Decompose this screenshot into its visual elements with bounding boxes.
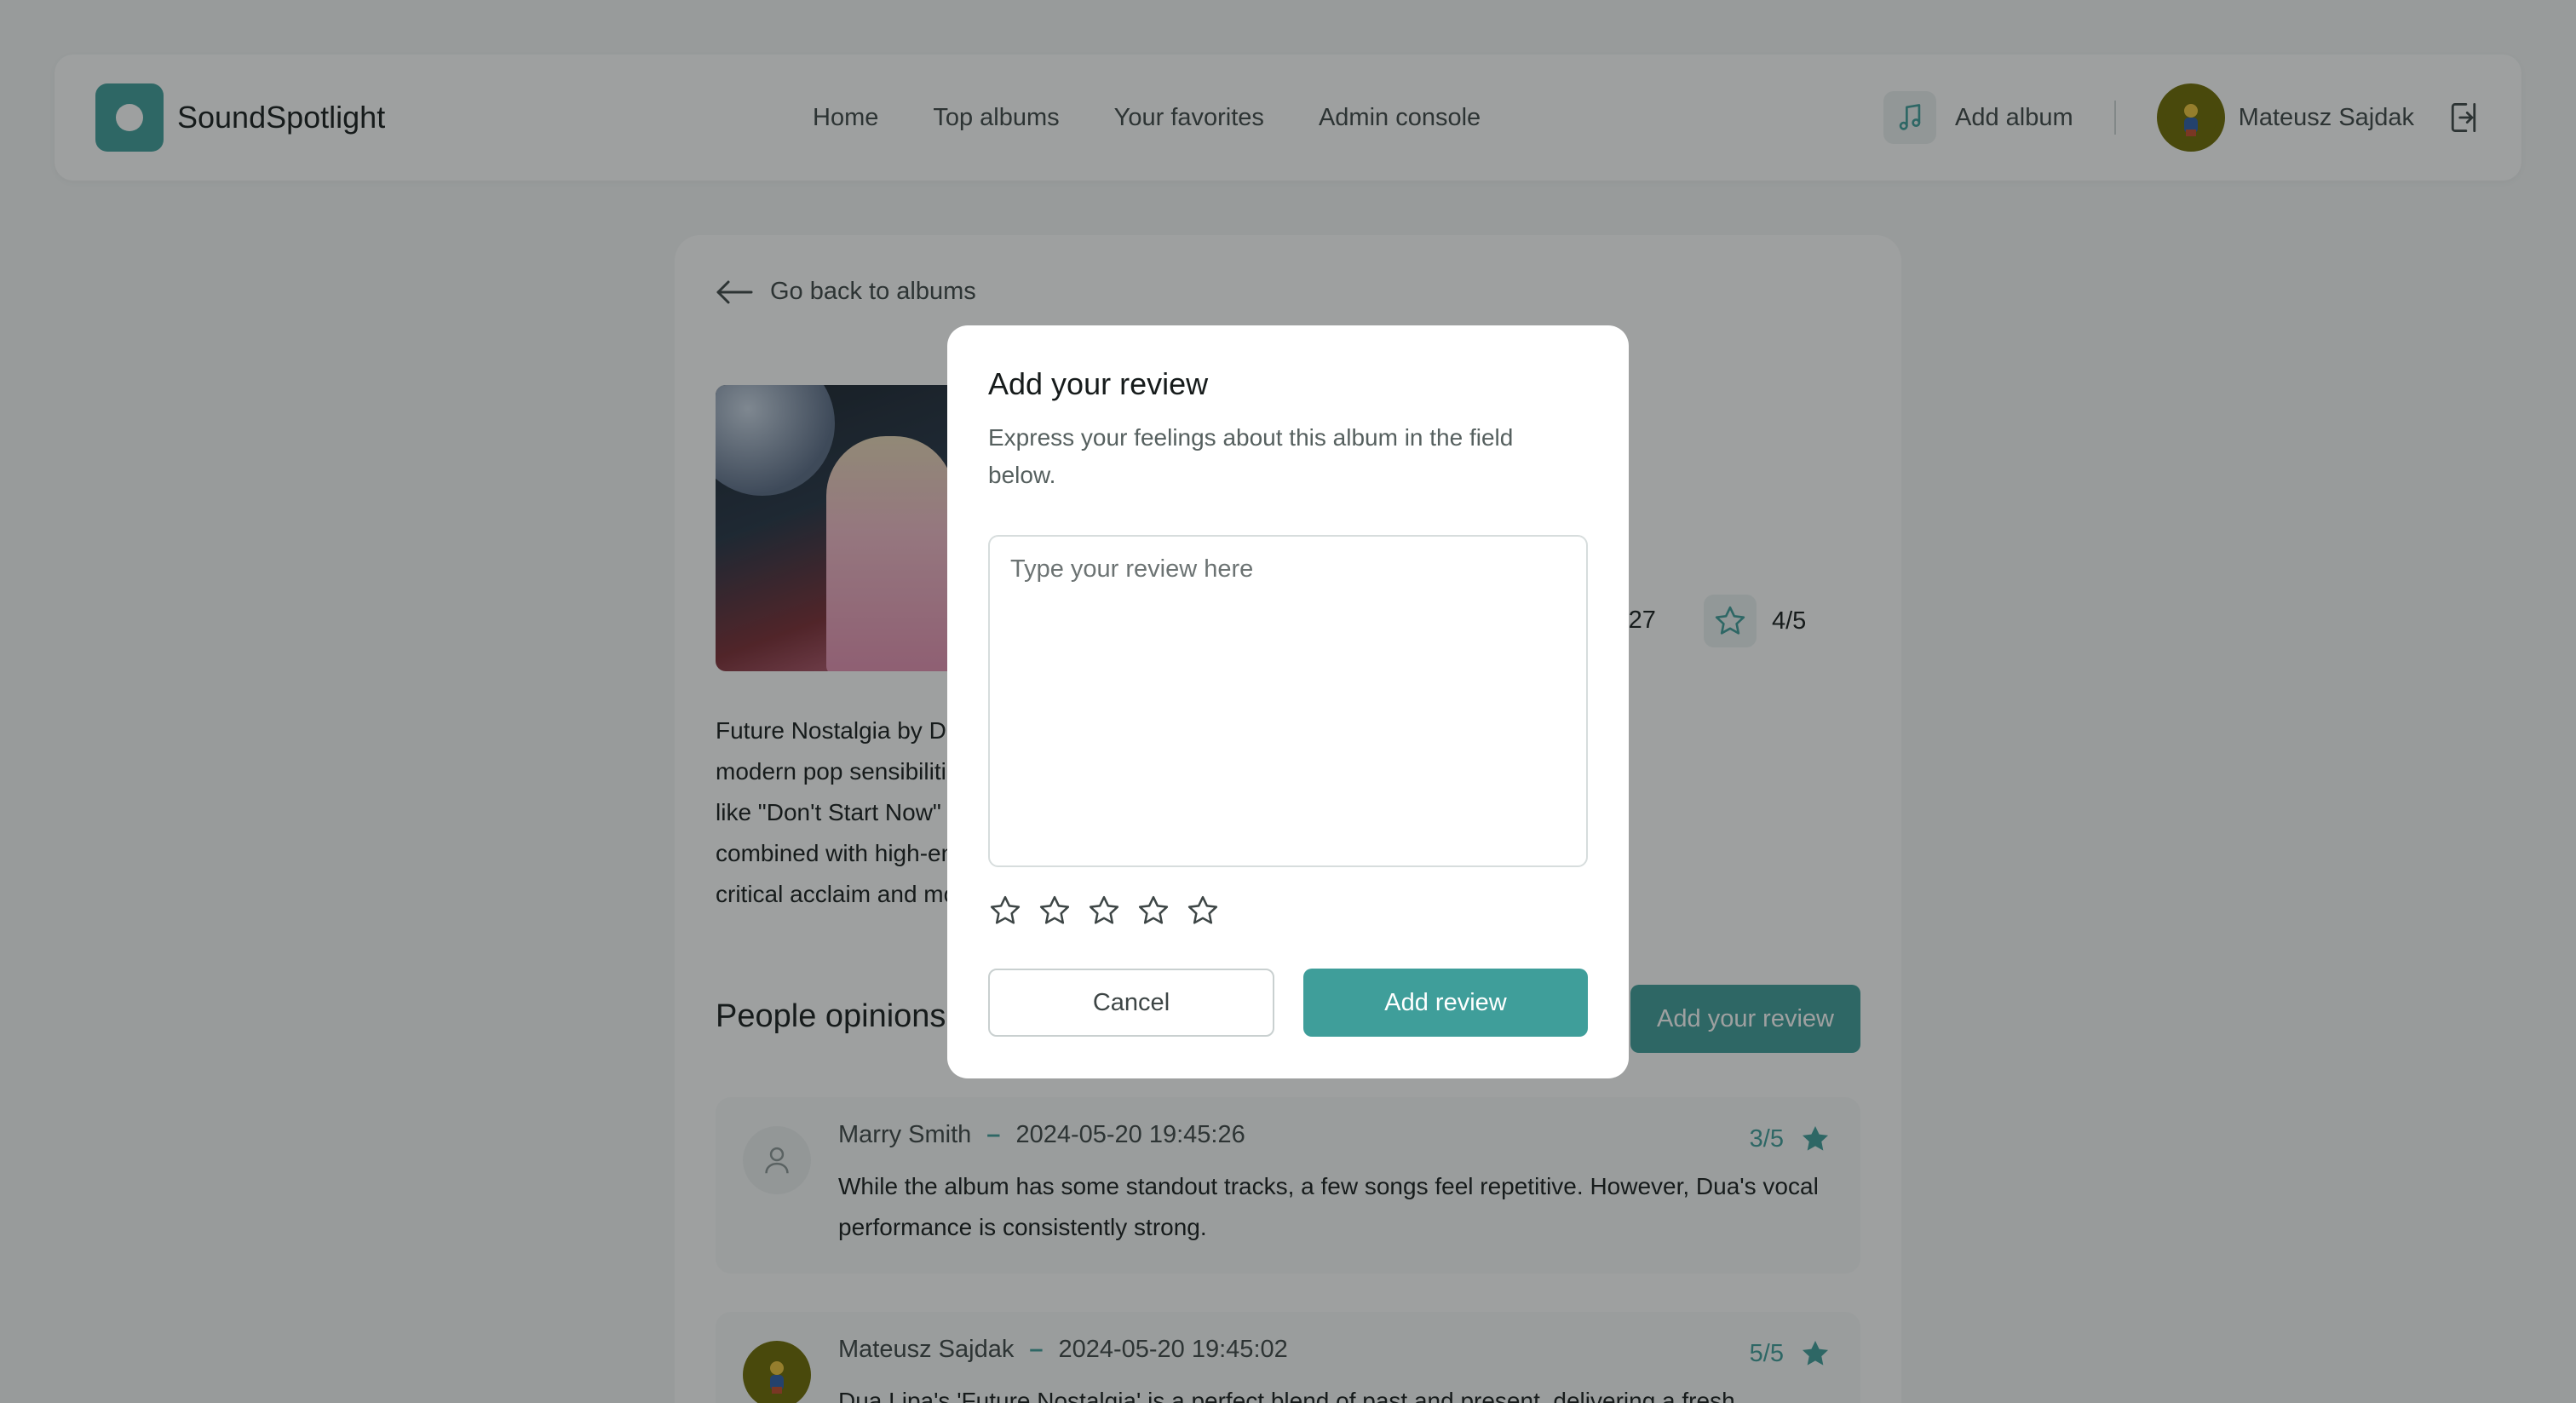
star-outline-icon[interactable]: [1038, 894, 1072, 928]
star-outline-icon[interactable]: [1087, 894, 1121, 928]
dialog-actions: Cancel Add review: [988, 969, 1588, 1037]
review-textarea[interactable]: [988, 535, 1588, 867]
submit-review-button[interactable]: Add review: [1303, 969, 1588, 1037]
star-outline-icon[interactable]: [988, 894, 1022, 928]
add-review-dialog: Add your review Express your feelings ab…: [947, 325, 1629, 1078]
cancel-button[interactable]: Cancel: [988, 969, 1274, 1037]
dialog-subtitle: Express your feelings about this album i…: [988, 424, 1514, 488]
star-outline-icon[interactable]: [1136, 894, 1170, 928]
star-rating-input: [988, 894, 1588, 928]
dialog-title: Add your review: [988, 366, 1209, 401]
star-outline-icon[interactable]: [1186, 894, 1220, 928]
